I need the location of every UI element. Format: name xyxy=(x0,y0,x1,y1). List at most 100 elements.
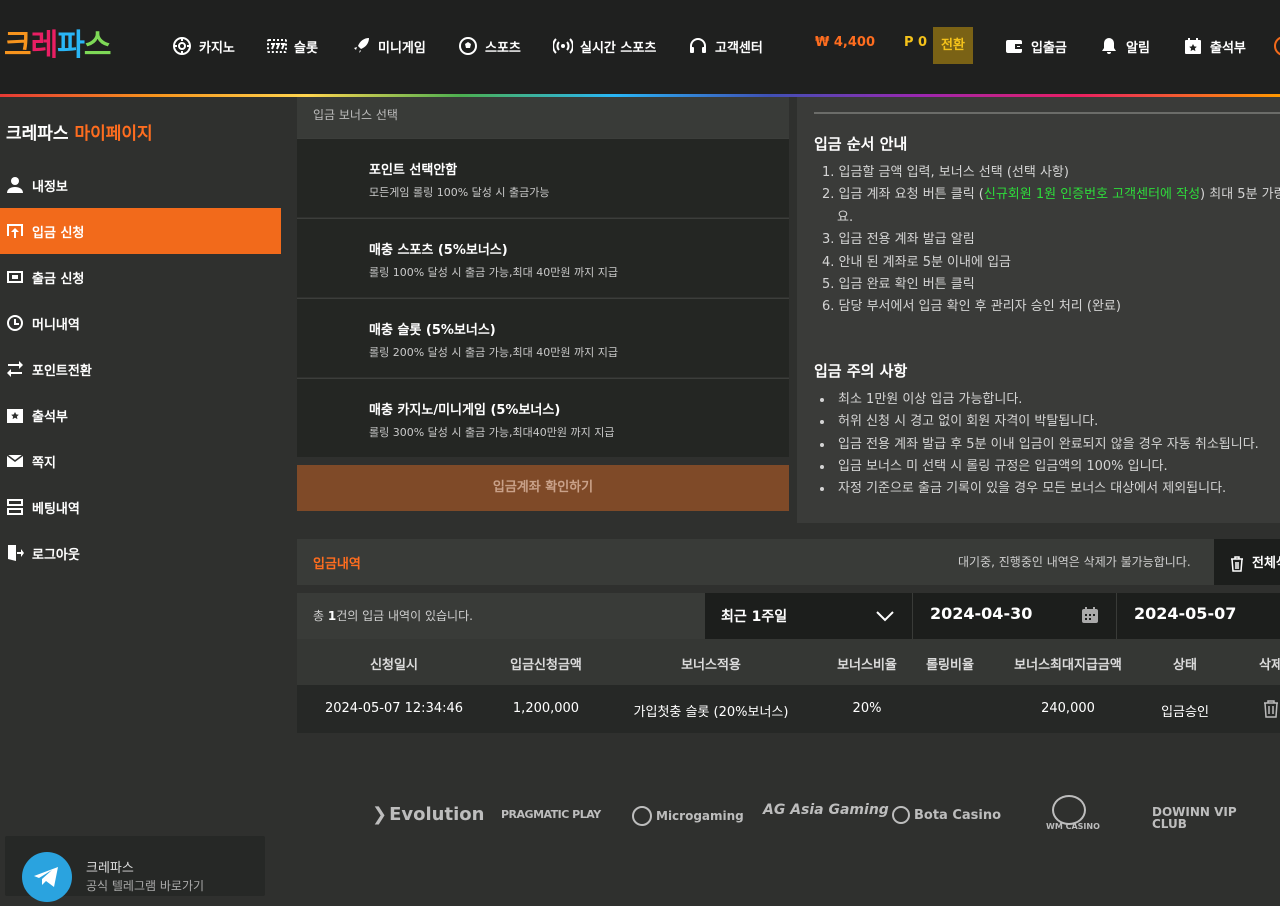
delete-all-button[interactable]: 전체삭제 xyxy=(1214,539,1280,585)
nav-notifications[interactable]: 알림 xyxy=(1099,35,1150,57)
provider-logo-microgaming: Microgaming xyxy=(632,806,744,826)
wm-logo-mark xyxy=(1052,795,1086,825)
date-to-input[interactable]: 2024-05-07 xyxy=(1117,593,1280,639)
col-header: 입금신청금액 xyxy=(510,658,582,673)
sidebar-item-bet-history[interactable]: 베팅내역 xyxy=(0,484,281,530)
nav-label: 출석부 xyxy=(1210,40,1246,56)
history-note: 대기중, 진행중인 내역은 삭제가 불가능합니다. xyxy=(958,555,1191,569)
point-balance: P 0 xyxy=(904,35,928,50)
sidebar-item-money-history[interactable]: 머니내역 xyxy=(0,300,281,346)
deposit-icon xyxy=(7,224,23,238)
sidebar-title: 크레파스 마이페이지 xyxy=(6,124,153,144)
nav-live-sports[interactable]: 실시간 스포츠 xyxy=(553,35,656,57)
bonus-option[interactable]: 매충 스포츠 (5%보너스) 롤링 100% 달성 시 출금 가능,최대 40만… xyxy=(297,218,789,297)
nav-label: 고객센터 xyxy=(715,40,763,56)
nav-slot[interactable]: 슬롯 xyxy=(267,35,318,57)
nav-sports[interactable]: 스포츠 xyxy=(458,35,521,57)
history-table-header xyxy=(297,639,1280,685)
col-header: 보너스비율 xyxy=(837,658,897,673)
bonus-option-desc: 모든게임 롤링 100% 달성 시 출금가능 xyxy=(369,186,550,199)
bonus-option-title: 매충 스포츠 (5%보너스) xyxy=(369,243,508,258)
bonus-option-desc: 롤링 100% 달성 시 출금 가능,최대 40만원 까지 지급 xyxy=(369,266,618,279)
bonus-option[interactable]: 포인트 선택안함 모든게임 롤링 100% 달성 시 출금가능 xyxy=(297,138,789,217)
nav-label: 미니게임 xyxy=(378,40,426,56)
convert-button[interactable]: 전환 xyxy=(933,27,973,64)
confirm-account-button[interactable]: 입금계좌 확인하기 xyxy=(297,465,789,511)
calendar-icon[interactable] xyxy=(1081,606,1099,624)
order-step: 5. 입금 완료 확인 버튼 클릭 xyxy=(822,277,975,292)
clock-icon xyxy=(7,315,23,331)
sidebar-item-label: 출금 신청 xyxy=(32,271,85,287)
swap-arrows-icon xyxy=(7,361,23,377)
notice-item: 허위 신청 시 경고 없이 회원 자격이 박탈됩니다. xyxy=(820,410,1098,429)
nav-support[interactable]: 고객센터 xyxy=(688,35,763,57)
chevron-down-icon xyxy=(876,611,894,622)
col-header: 상태 xyxy=(1173,658,1197,673)
cell-bonus: 가입첫충 슬롯 (20%보너스) xyxy=(633,705,789,720)
sidebar-item-label: 포인트전환 xyxy=(32,363,92,379)
bonus-option-title: 매충 카지노/미니게임 (5%보너스) xyxy=(369,403,561,418)
provider-logo-bota: Bota Casino xyxy=(892,806,1001,824)
order-step: 1. 입금할 금액 입력, 보너스 선택 (선택 사항) xyxy=(822,165,1069,180)
user-icon xyxy=(7,177,23,193)
delete-all-label: 전체삭제 xyxy=(1252,556,1280,571)
cell-bonus-rate: 20% xyxy=(852,701,882,716)
bonus-option[interactable]: 매충 카지노/미니게임 (5%보너스) 롤링 300% 달성 시 출금 가능,최… xyxy=(297,378,789,457)
provider-logo-dowinn: DOWINN VIP CLUB xyxy=(1152,805,1237,831)
sidebar-item-label: 출석부 xyxy=(32,409,68,425)
bell-icon xyxy=(1102,38,1116,54)
sidebar-item-point-convert[interactable]: 포인트전환 xyxy=(0,346,281,392)
nav-label: 카지노 xyxy=(199,40,235,56)
sidebar-item-attendance[interactable]: 출석부 xyxy=(0,392,281,438)
slot-777-icon xyxy=(267,39,287,53)
list-stack-icon xyxy=(7,499,23,515)
bonus-option-title: 포인트 선택안함 xyxy=(369,163,458,178)
bonus-option-desc: 롤링 300% 달성 시 출금 가능,최대40만원 까지 지급 xyxy=(369,426,615,439)
sidebar-item-deposit[interactable]: 입금 신청 xyxy=(0,208,281,254)
col-header: 보너스최대지급금액 xyxy=(1014,658,1122,673)
notice-item: 입금 전용 계좌 발급 후 5분 이내 입금이 완료되지 않을 경우 자동 취소… xyxy=(820,433,1259,452)
provider-logo-evolution: ❯ Evolution xyxy=(372,804,485,825)
order-step: 3. 입금 전용 계좌 발급 알림 xyxy=(822,232,975,247)
nav-minigame[interactable]: 미니게임 xyxy=(351,35,426,57)
nav-label: 스포츠 xyxy=(485,40,521,56)
sidebar-item-label: 베팅내역 xyxy=(32,501,80,517)
notice-item: 자정 기준으로 출금 기록이 있을 경우 모든 보너스 대상에서 제외됩니다. xyxy=(820,477,1226,496)
nav-attendance[interactable]: 출석부 xyxy=(1183,35,1246,57)
money-balance: ₩ 4,400 xyxy=(815,35,875,50)
withdraw-icon xyxy=(7,271,23,283)
sidebar-item-myinfo[interactable]: 내정보 xyxy=(0,162,281,208)
col-header: 롤링비율 xyxy=(926,658,974,673)
broadcast-icon xyxy=(553,38,573,54)
casino-chip-icon xyxy=(173,37,191,55)
rocket-icon xyxy=(354,38,369,53)
sidebar-item-label: 머니내역 xyxy=(32,317,80,333)
col-header: 신청일시 xyxy=(370,658,418,673)
notice-title: 입금 주의 사항 xyxy=(814,362,908,380)
history-count: 총 1건의 입금 내역이 있습니다. xyxy=(313,609,473,623)
notice-item: 최소 1만원 이상 입금 가능합니다. xyxy=(820,388,1022,407)
notice-item: 입금 보너스 미 선택 시 롤링 규정은 입금액의 100% 입니다. xyxy=(820,455,1168,474)
nav-label: 알림 xyxy=(1126,40,1150,56)
site-logo[interactable]: 크레파스 xyxy=(4,28,111,64)
provider-logo-ag: AG Asia Gaming xyxy=(763,802,889,818)
nav-label: 실시간 스포츠 xyxy=(580,40,657,56)
sidebar-item-label: 쪽지 xyxy=(32,455,56,471)
cell-amount: 1,200,000 xyxy=(512,701,580,716)
headset-icon xyxy=(690,38,706,53)
nav-deposit-withdraw[interactable]: 입출금 xyxy=(1004,35,1067,57)
sidebar-item-withdraw[interactable]: 출금 신청 xyxy=(0,254,281,300)
sidebar-item-label: 내정보 xyxy=(32,179,68,195)
calendar-star-icon xyxy=(7,409,23,423)
col-header: 보너스적용 xyxy=(681,658,741,673)
cell-status: 입금승인 xyxy=(1161,705,1209,720)
mail-icon xyxy=(6,454,24,467)
sidebar-item-message[interactable]: 쪽지 xyxy=(0,438,281,484)
row-delete-icon[interactable] xyxy=(1262,699,1280,719)
bonus-option[interactable]: 매충 슬롯 (5%보너스) 롤링 200% 달성 시 출금 가능,최대 40만원… xyxy=(297,298,789,377)
logout-door-icon xyxy=(8,545,24,561)
order-step: 2. 입금 계좌 요청 버튼 클릭 (신규회원 1원 인증번호 고객센터에 작성… xyxy=(822,187,1280,202)
sidebar-item-logout[interactable]: 로그아웃 xyxy=(0,530,281,576)
col-header: 삭제 xyxy=(1259,658,1280,673)
nav-casino[interactable]: 카지노 xyxy=(172,35,235,57)
